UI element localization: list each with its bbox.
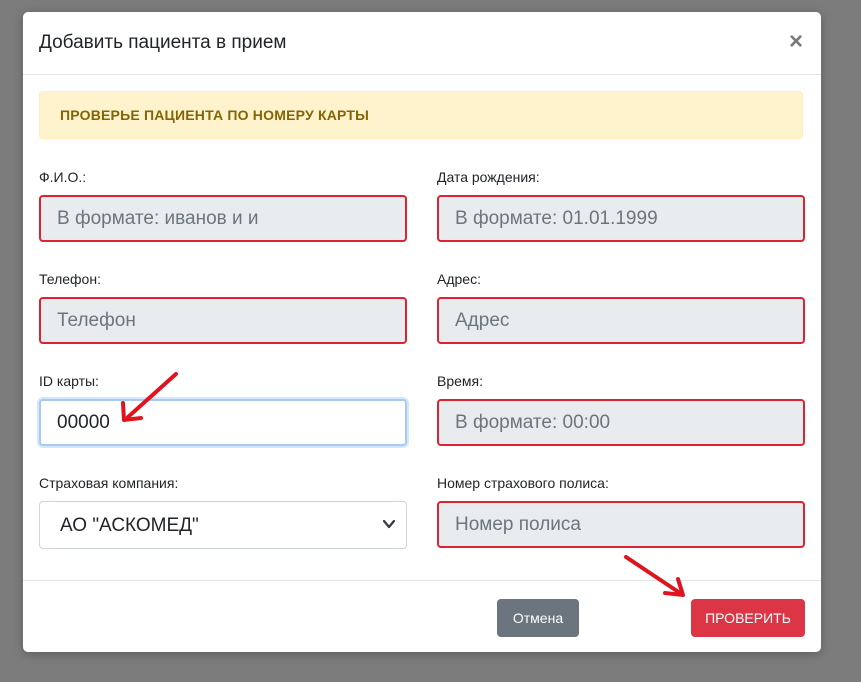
arrow-annotation-icon [121, 372, 685, 597]
